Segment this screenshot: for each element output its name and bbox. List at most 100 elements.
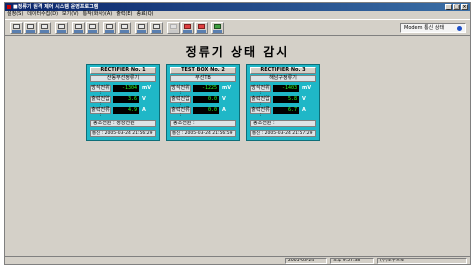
measure-row: 출력전압 :0.0 V (170, 95, 236, 107)
measure-value: -1225 (193, 85, 219, 92)
tool-6-button[interactable] (86, 22, 99, 34)
toolbar-icon-base (57, 30, 66, 33)
tool-12-button[interactable] (181, 22, 194, 34)
tool-9-button[interactable] (135, 22, 148, 34)
measure-label: 출력전류 : (90, 107, 111, 118)
app-window: ■정류기 원격 제어 시스템 운영프로그램 _ □ × 설정(S) 데이터수집(… (4, 2, 471, 265)
tool-13-button[interactable] (195, 22, 208, 34)
toolbar-icon (198, 24, 205, 29)
status-time: 오후 9:57:38 (330, 258, 374, 264)
measure-label: 출력전압 : (90, 96, 111, 107)
measure-unit: mV (302, 85, 312, 91)
tool-1-button[interactable] (10, 22, 23, 34)
toolbar-icon-base (88, 30, 97, 33)
station-panel: RECTIFIER No. 1 산동부선정류기 방식전위 : -1304 mV 출력전압 … (86, 64, 160, 141)
menu-view[interactable]: 보기(V) (62, 11, 79, 18)
measure-unit: V (222, 96, 226, 102)
toolbar-icon-base (137, 30, 146, 33)
tool-14-button[interactable] (211, 22, 224, 34)
toolbar-icon (41, 24, 48, 29)
measure-label: 방식전위 : (170, 85, 191, 96)
tool-10-button[interactable] (150, 22, 163, 34)
measure-value: 0.0 (193, 107, 219, 114)
measure-row: 출력전류 :6.7 A (250, 106, 316, 118)
power-status: 동조전원 : 정상전원 (90, 120, 156, 127)
status-bar: 2005-03-24 오후 9:57:38 (주)보우프로 (5, 256, 470, 264)
modem-status-label: Modem 통신 상태 (404, 25, 445, 31)
panel-title[interactable]: RECTIFIER No. 3 (250, 67, 316, 74)
menu-operation[interactable]: 통작(화사)(A) (83, 11, 113, 18)
measure-unit: A (302, 107, 306, 113)
toolbar-icon (121, 24, 128, 29)
page-title: 정류기 상태 감시 (185, 45, 290, 59)
toolbar-icon-base (152, 30, 161, 33)
measure-value: 0.0 (193, 96, 219, 103)
toolbar-icon (184, 24, 191, 29)
toolbar-icon-base (183, 30, 192, 33)
toolbar-icon-base (12, 30, 21, 33)
toolbar-icon-base (105, 30, 114, 33)
measure-value: 3.6 (113, 96, 139, 103)
measure-value: 4.9 (113, 107, 139, 114)
measure-label: 방식전위 : (250, 85, 271, 96)
comm-timestamp: 통신 : 2005-03-24 21:56:59 (170, 130, 236, 137)
toolbar-icon (89, 24, 96, 29)
minimize-button[interactable]: _ (445, 4, 452, 10)
tool-5-button[interactable] (72, 22, 85, 34)
comm-timestamp: 통신 : 2005-03-24 21:57:29 (250, 130, 316, 137)
toolbar-icon-base (74, 30, 83, 33)
tool-7-button[interactable] (103, 22, 116, 34)
measure-row: 방식전위 : -1225 mV (170, 84, 236, 96)
station-panel: RECTIFIER No. 3 해남구정류기방식전위 : -1403 mV 출력전압 :… (246, 64, 320, 141)
power-status: 동조전원 : (250, 120, 316, 127)
tool-2-button[interactable] (24, 22, 37, 34)
menu-output[interactable]: 출력(E) (116, 11, 132, 18)
toolbar-icon (153, 24, 160, 29)
measure-unit: V (302, 96, 306, 102)
tool-3-button[interactable] (38, 22, 51, 34)
comm-timestamp: 통신 : 2005-03-24 21:56:29 (90, 130, 156, 137)
app-icon (7, 4, 11, 9)
station-panel: TEST BOX No. 2 무선TB 방식전위 : -1225 mV 출력전압 :0.0… (166, 64, 240, 141)
title-bar: ■정류기 원격 제어 시스템 운영프로그램 _ □ × (5, 3, 470, 11)
measure-row: 방식전위 : -1304 mV (90, 84, 156, 96)
tool-11-button[interactable] (167, 22, 180, 34)
panel-title[interactable]: TEST BOX No. 2 (170, 67, 236, 74)
measure-row: 출력전압 :5.8 V (250, 95, 316, 107)
toolbar-icon-base (197, 30, 206, 33)
measure-unit: A (142, 107, 146, 113)
toolbar-icon-base (213, 30, 222, 33)
modem-status: Modem 통신 상태 (400, 23, 466, 33)
measure-row: 방식전위 : -1403 mV (250, 84, 316, 96)
maximize-button[interactable]: □ (453, 4, 460, 10)
window-controls: _ □ × (445, 4, 468, 10)
toolbar-icon (170, 24, 177, 29)
measure-value: 5.8 (273, 96, 299, 103)
power-status: 동조전원 : (170, 120, 236, 127)
toolbar-icon (58, 24, 65, 29)
measure-label: 방식전위 : (90, 85, 111, 96)
status-date: 2005-03-24 (285, 258, 327, 264)
measure-label: 출력전압 : (250, 96, 271, 107)
toolbar-icon-base (120, 30, 129, 33)
tool-8-button[interactable] (118, 22, 131, 34)
modem-status-led-icon (457, 26, 462, 31)
measure-unit: mV (222, 85, 232, 91)
menu-data-collection[interactable]: 데이터수집(D) (27, 11, 58, 18)
measure-row: 출력전압 :3.6 V (90, 95, 156, 107)
toolbar-icon (27, 24, 34, 29)
menu-exit[interactable]: 종료(Q) (136, 11, 153, 18)
toolbar-icon (214, 24, 221, 29)
panel-subtitle: 해남구정류기 (250, 75, 316, 82)
measure-row: 출력전류 :4.9 A (90, 106, 156, 118)
menu-settings[interactable]: 설정(S) (7, 11, 23, 18)
menu-bar: 설정(S) 데이터수집(D) 보기(V) 통작(화사)(A) 출력(E) 종료(… (5, 11, 470, 18)
close-button[interactable]: × (461, 4, 468, 10)
toolbar-icon-base (40, 30, 49, 33)
measure-label: 출력전류 : (170, 107, 191, 118)
window-title: ■정류기 원격 제어 시스템 운영프로그램 (13, 4, 99, 10)
panel-title[interactable]: RECTIFIER No. 1 (90, 67, 156, 74)
toolbar-icon-base (26, 30, 35, 33)
measure-unit: A (222, 107, 226, 113)
tool-4-button[interactable] (55, 22, 68, 34)
